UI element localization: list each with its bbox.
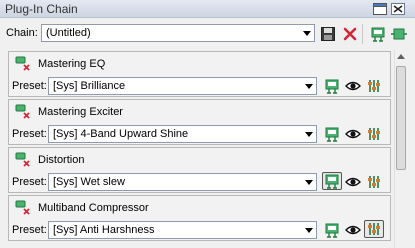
plugin-name: Mastering EQ (38, 58, 106, 70)
vertical-scrollbar[interactable] (394, 50, 407, 248)
chain-toolbar: Chain: (Untitled) (0, 19, 415, 48)
plugin-remove-icon[interactable] (15, 104, 31, 120)
save-chain-button[interactable] (320, 26, 336, 42)
window-titlebar: Plug-In Chain (0, 0, 415, 18)
plugin-panel: Multiband Compressor Preset: [Sys] Anti … (8, 195, 391, 241)
eye-icon[interactable] (345, 126, 361, 142)
chevron-down-icon (303, 31, 311, 36)
preset-value: [Sys] Brilliance (53, 80, 126, 92)
preset-select[interactable]: [Sys] Brilliance (48, 77, 317, 95)
preset-value: [Sys] Anti Harshness (53, 224, 155, 236)
preset-label: Preset: (12, 224, 47, 236)
chevron-down-icon (305, 132, 313, 137)
plugin-remove-icon[interactable] (15, 200, 31, 216)
close-panel-icon[interactable] (391, 3, 405, 15)
eye-icon[interactable] (345, 222, 361, 238)
add-plugin-icon[interactable] (391, 26, 407, 42)
routing-icon[interactable] (370, 26, 386, 42)
eye-icon[interactable] (345, 174, 361, 190)
scroll-up-arrow[interactable] (397, 54, 405, 59)
chain-select[interactable]: (Untitled) (41, 24, 315, 42)
toolbar-divider (362, 24, 363, 44)
chevron-down-icon (305, 228, 313, 233)
preset-value: [Sys] Wet slew (53, 176, 125, 188)
mixer-icon[interactable] (364, 220, 384, 238)
plugin-panel: Mastering EQ Preset: [Sys] Brilliance (8, 51, 391, 97)
routing-icon[interactable] (322, 172, 342, 190)
chain-select-value: (Untitled) (46, 27, 91, 39)
plugin-panel: Mastering Exciter Preset: [Sys] 4-Band U… (8, 99, 391, 145)
chevron-down-icon (305, 180, 313, 185)
dock-icon[interactable] (373, 3, 387, 15)
eye-icon[interactable] (345, 78, 361, 94)
mixer-icon[interactable] (366, 174, 382, 190)
mixer-icon[interactable] (366, 78, 382, 94)
plugin-name: Distortion (38, 154, 85, 166)
preset-label: Preset: (12, 80, 47, 92)
preset-select[interactable]: [Sys] Anti Harshness (48, 221, 317, 239)
plugin-list: Mastering EQ Preset: [Sys] Brilliance Ma… (8, 49, 391, 248)
chain-label: Chain: (6, 27, 38, 39)
routing-icon[interactable] (324, 222, 340, 238)
plugin-name: Multiband Compressor (38, 202, 149, 214)
preset-select[interactable]: [Sys] Wet slew (48, 173, 317, 191)
chevron-down-icon (305, 84, 313, 89)
plugin-remove-icon[interactable] (15, 152, 31, 168)
plugin-remove-icon[interactable] (15, 56, 31, 72)
preset-value: [Sys] 4-Band Upward Shine (53, 128, 189, 140)
routing-icon[interactable] (324, 78, 340, 94)
scrollbar-thumb[interactable] (396, 66, 406, 170)
preset-label: Preset: (12, 176, 47, 188)
delete-chain-button[interactable] (342, 26, 358, 42)
routing-icon[interactable] (324, 126, 340, 142)
mixer-icon[interactable] (366, 126, 382, 142)
preset-select[interactable]: [Sys] 4-Band Upward Shine (48, 125, 317, 143)
preset-label: Preset: (12, 128, 47, 140)
plugin-panel: Distortion Preset: [Sys] Wet slew (8, 147, 391, 193)
window-title: Plug-In Chain (5, 2, 78, 16)
plugin-name: Mastering Exciter (38, 106, 123, 118)
